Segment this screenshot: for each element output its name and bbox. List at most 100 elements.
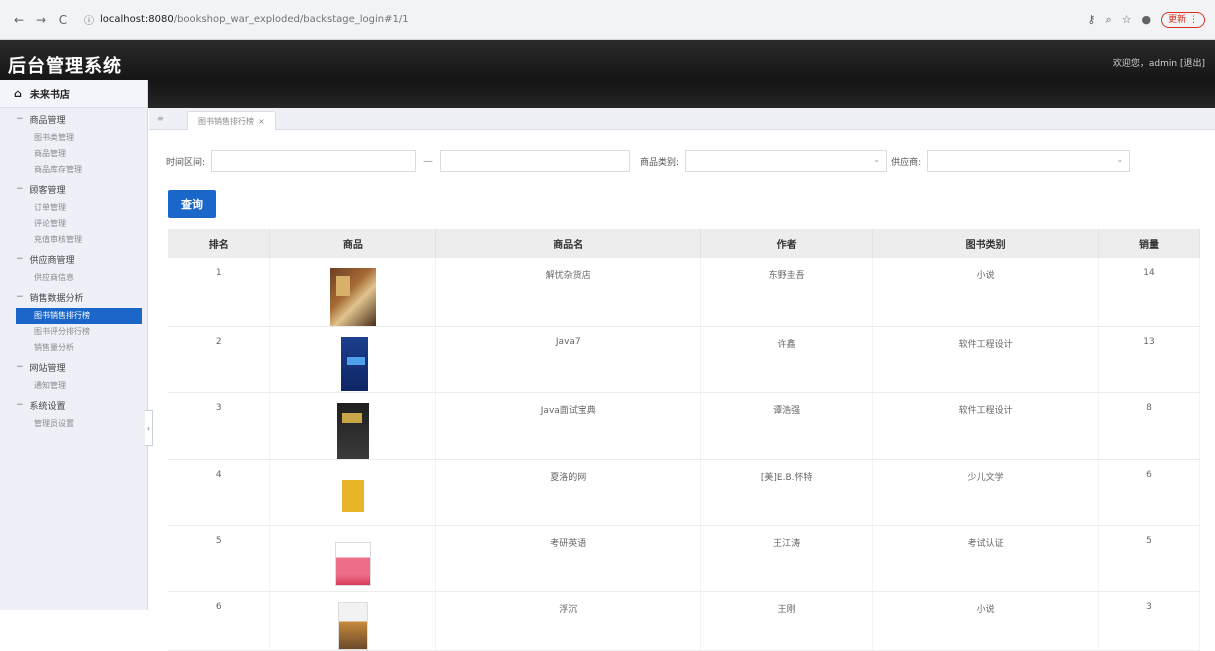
author-cell: [美]E.B.怀特 — [700, 459, 874, 526]
table-row[interactable]: 3 Java面试宝典 谭浩强 软件工程设计 8 — [168, 392, 1200, 460]
query-button[interactable]: 查询 — [168, 190, 216, 218]
sidebar-menu-item[interactable]: 充值审核管理 — [0, 232, 147, 248]
book-cover-image — [336, 403, 369, 459]
category-cell: 小说 — [872, 591, 1100, 651]
sidebar-menu-item[interactable]: 商品管理 — [0, 146, 147, 162]
sales-cell: 5 — [1098, 525, 1200, 592]
menu-group-title[interactable]: − 顾客管理 — [0, 178, 147, 200]
col-category: 图书类别 — [872, 229, 1100, 258]
url-host: localhost:8080 — [100, 14, 174, 25]
menu-group: − 销售数据分析 图书销售排行榜 图书评分排行榜 销售量分析 — [0, 286, 147, 356]
category-cell: 小说 — [872, 258, 1100, 327]
table-row[interactable]: 1 解忧杂货店 东野圭吾 小说 14 — [168, 258, 1200, 327]
app-header: 后台管理系统 欢迎您，admin [退出] — [0, 40, 1215, 108]
author-cell: 王刚 — [700, 591, 874, 651]
product-name-cell: 解忧杂货店 — [435, 258, 702, 327]
sidebar-menu-item[interactable]: 销售量分析 — [0, 340, 147, 356]
table-row[interactable]: 2 Java7 许鑫 软件工程设计 13 — [168, 326, 1200, 393]
rank-cell: 2 — [168, 326, 271, 393]
category-cell: 少儿文学 — [872, 459, 1100, 526]
product-name-cell: 考研英语 — [435, 525, 702, 592]
sidebar-menu-item[interactable]: 图书销售排行榜 — [16, 308, 142, 324]
sales-cell: 13 — [1098, 326, 1200, 393]
category-select[interactable]: ⌄ — [685, 150, 888, 172]
sidebar-menu-item[interactable]: 供应商信息 — [0, 270, 147, 286]
time-range-label: 时间区间: — [166, 157, 206, 168]
col-rank: 排名 — [168, 229, 271, 258]
rank-cell: 6 — [168, 591, 271, 651]
author-cell: 东野圭吾 — [700, 258, 874, 327]
rank-cell: 3 — [168, 392, 271, 460]
sidebar-menu-item[interactable]: 通知管理 — [0, 378, 147, 394]
product-image-cell — [269, 258, 437, 327]
tab-strip: ≡ 图书销售排行榜 × — [149, 108, 1215, 130]
end-date-input[interactable] — [440, 150, 631, 172]
category-cell: 软件工程设计 — [872, 392, 1100, 460]
col-product-name: 商品名 — [435, 229, 702, 258]
table-row[interactable]: 6 浮沉 王刚 小说 3 — [168, 591, 1200, 651]
product-image-cell — [269, 525, 437, 592]
forward-icon[interactable]: → — [32, 11, 50, 29]
menu-group: − 顾客管理 订单管理 评论管理 充值审核管理 — [0, 178, 147, 248]
category-cell: 软件工程设计 — [872, 326, 1100, 393]
product-name-cell: Java面试宝典 — [435, 392, 702, 460]
key-icon[interactable]: ⚷ — [1087, 13, 1095, 26]
sidebar-menu-item[interactable]: 管理员设置 — [0, 416, 147, 432]
profile-icon[interactable]: ● — [1142, 13, 1152, 26]
rank-cell: 4 — [168, 459, 271, 526]
book-cover-image — [329, 268, 376, 326]
start-date-input[interactable] — [211, 150, 417, 172]
collapse-sidebar-handle[interactable]: ‹ — [145, 410, 153, 446]
menu-group: − 系统设置 管理员设置 — [0, 394, 147, 432]
rank-cell: 5 — [168, 525, 271, 592]
sidebar-menu-item[interactable]: 图书评分排行榜 — [0, 324, 147, 340]
menu-group-title[interactable]: − 系统设置 — [0, 394, 147, 416]
sales-cell: 3 — [1098, 591, 1200, 651]
menu-group-title[interactable]: − 销售数据分析 — [0, 286, 147, 308]
menu-group-label: 销售数据分析 — [29, 293, 84, 304]
sidebar-menu-item[interactable]: 评论管理 — [0, 216, 147, 232]
menu-group: − 供应商管理 供应商信息 — [0, 248, 147, 286]
bookmark-star-icon[interactable]: ☆ — [1122, 13, 1132, 26]
book-cover-image — [337, 602, 368, 650]
menu-group-label: 网站管理 — [29, 363, 66, 374]
tab-sales-ranking[interactable]: 图书销售排行榜 × — [187, 111, 276, 130]
rank-cell: 1 — [168, 258, 271, 327]
menu-group-title[interactable]: − 网站管理 — [0, 356, 147, 378]
menu-group-label: 商品管理 — [29, 115, 66, 126]
sidebar-menu-item[interactable]: 图书类管理 — [0, 130, 147, 146]
info-icon[interactable]: ⓘ — [84, 12, 94, 27]
sidebar-menu-item[interactable]: 商品库存管理 — [0, 162, 147, 178]
product-name-cell: Java7 — [435, 326, 702, 393]
sidebar-menu-item[interactable]: 订单管理 — [0, 200, 147, 216]
sidebar: ⌂ 未来书店 − 商品管理 图书类管理 商品管理 商品库存管理 − 顾客管理 订单管理 评论管理… — [0, 80, 148, 610]
chevron-down-icon: ⌄ — [1116, 155, 1124, 164]
col-product-image: 商品 — [269, 229, 437, 258]
menu-toggle-icon[interactable]: ≡ — [157, 114, 164, 123]
menu-group-title[interactable]: − 供应商管理 — [0, 248, 147, 270]
range-separator: — — [423, 155, 434, 167]
supplier-select[interactable]: ⌄ — [927, 150, 1131, 172]
welcome-logout[interactable]: 欢迎您，admin [退出] — [1113, 56, 1205, 69]
menu-group-title[interactable]: − 商品管理 — [0, 108, 147, 130]
product-image-cell — [269, 459, 437, 526]
store-header[interactable]: ⌂ 未来书店 — [0, 80, 147, 108]
tab-close-icon[interactable]: × — [258, 117, 265, 126]
zoom-icon[interactable]: ⌕ — [1105, 13, 1111, 27]
table-row[interactable]: 4 夏洛的网 [美]E.B.怀特 少儿文学 6 — [168, 459, 1200, 526]
sales-ranking-table: 排名 商品 商品名 作者 图书类别 销量 1 解忧杂货店 东野圭吾 小说 14 2 Java… — [168, 229, 1200, 651]
collapse-minus-icon: − — [16, 254, 24, 264]
reload-icon[interactable]: C — [54, 11, 72, 29]
supplier-label: 供应商: — [891, 157, 922, 168]
product-image-cell — [269, 591, 437, 651]
col-sales: 销量 — [1098, 229, 1200, 258]
back-icon[interactable]: ← — [10, 11, 28, 29]
update-button[interactable]: 更新 ⋮ — [1161, 11, 1205, 28]
table-row[interactable]: 5 考研英语 王江涛 考试认证 5 — [168, 525, 1200, 592]
product-name-cell: 浮沉 — [435, 591, 702, 651]
address-bar[interactable]: ⓘ localhost:8080 /bookshop_war_exploded/… — [84, 9, 1079, 31]
sales-cell: 8 — [1098, 392, 1200, 460]
category-label: 商品类别: — [640, 157, 680, 168]
browser-toolbar: ← → C ⓘ localhost:8080 /bookshop_war_exp… — [0, 0, 1215, 40]
menu-group-label: 供应商管理 — [29, 255, 75, 266]
